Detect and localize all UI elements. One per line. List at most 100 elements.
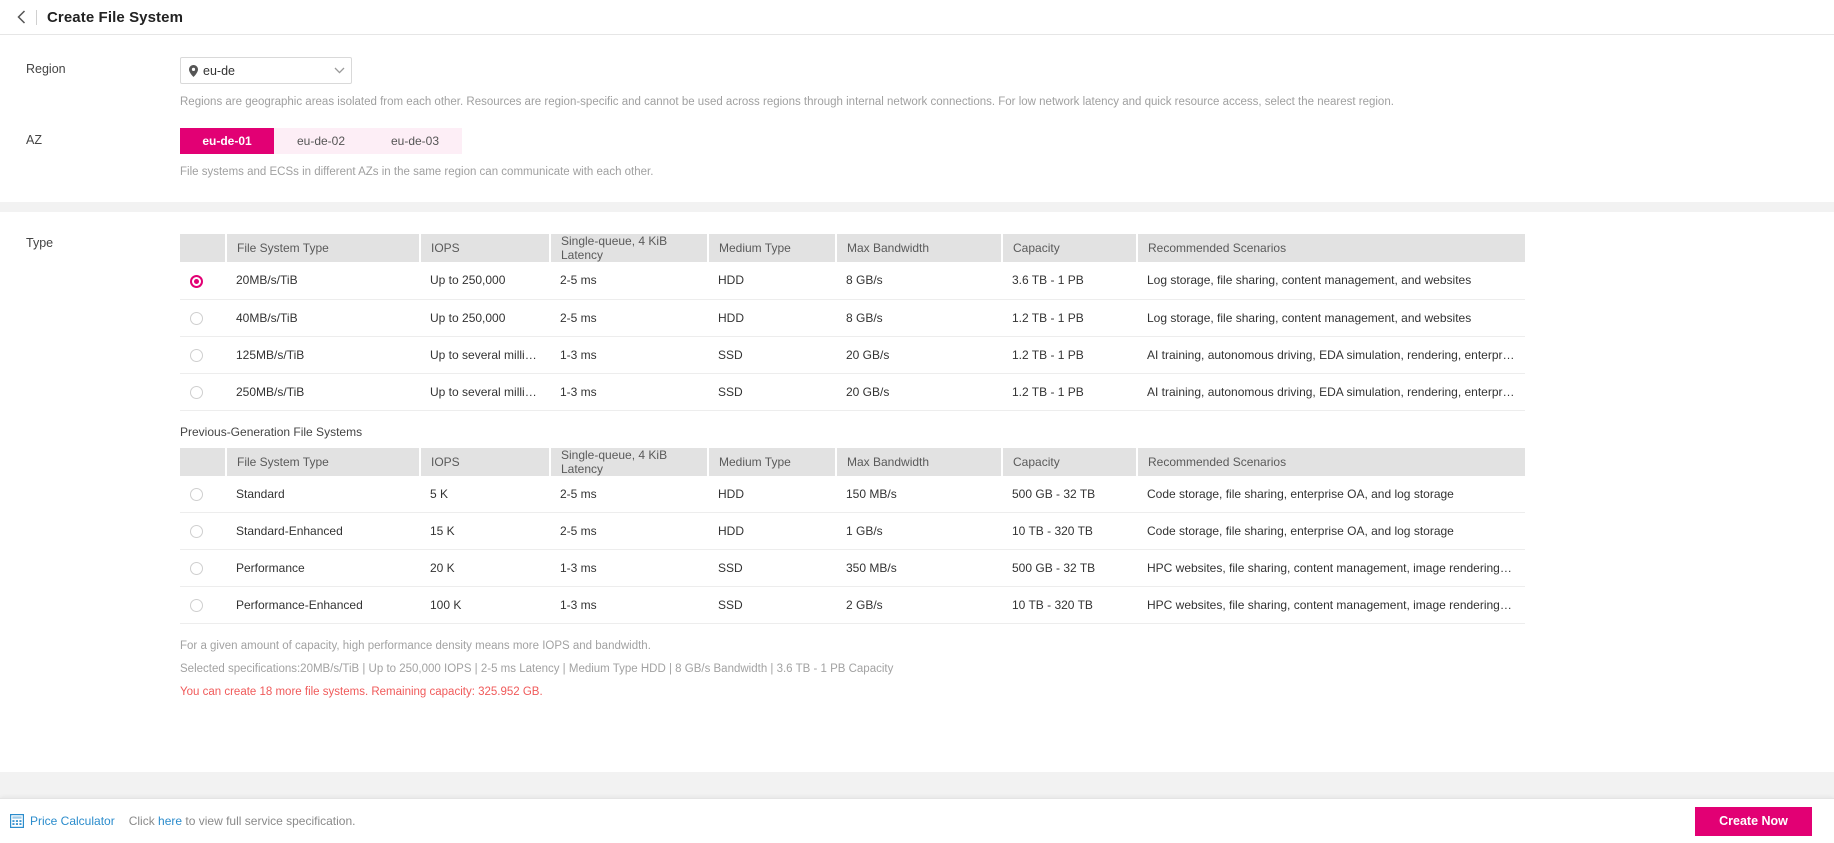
cell-iops: Up to several millions (420, 336, 550, 374)
cell-latency: 1-3 ms (550, 586, 708, 625)
cell-iops: 15 K (420, 512, 550, 551)
previous-generation-title: Previous-Generation File Systems (180, 424, 363, 439)
radio-standard-enhanced[interactable] (190, 525, 203, 539)
table-row[interactable]: 40MB/s/TiB Up to 250,000 2-5 ms HDD 8 GB… (180, 299, 1525, 337)
cell-max-bandwidth: 150 MB/s (836, 475, 1002, 514)
region-hint: Regions are geographic areas isolated fr… (180, 96, 1394, 108)
cell-latency: 1-3 ms (550, 373, 708, 411)
row-select-cell[interactable] (180, 299, 226, 337)
create-now-button[interactable]: Create Now (1695, 806, 1812, 836)
region-select[interactable]: eu-de (180, 57, 352, 84)
cell-recommended-scenarios: HPC websites, file sharing, content mana… (1137, 549, 1525, 588)
cell-medium-type: SSD (708, 373, 836, 411)
radio-40mbs-tib[interactable] (190, 311, 203, 325)
type-label: Type (26, 236, 54, 251)
back-button[interactable] (10, 6, 32, 28)
panel-gap (0, 202, 1834, 213)
header-medium-type: Medium Type (708, 234, 837, 263)
cell-capacity: 3.6 TB - 1 PB (1002, 262, 1137, 300)
cell-latency: 2-5 ms (550, 475, 708, 514)
action-bar: Price Calculator Click here to view full… (0, 798, 1834, 843)
table-row[interactable]: 125MB/s/TiB Up to several millions 1-3 m… (180, 336, 1525, 374)
header-capacity: Capacity (1002, 234, 1138, 263)
cell-recommended-scenarios: Log storage, file sharing, content manag… (1137, 299, 1525, 337)
cell-max-bandwidth: 20 GB/s (836, 373, 1002, 411)
title-divider (36, 9, 37, 25)
density-note: For a given amount of capacity, high per… (180, 640, 651, 653)
table-row[interactable]: Standard-Enhanced 15 K 2-5 ms HDD 1 GB/s… (180, 512, 1525, 551)
spec-here-link[interactable]: here (158, 814, 182, 828)
radio-performance[interactable] (190, 562, 203, 576)
calculator-icon (10, 814, 24, 828)
cell-max-bandwidth: 8 GB/s (836, 262, 1002, 300)
radio-125mbs-tib[interactable] (190, 348, 203, 362)
spec-suffix: to view full service specification. (182, 814, 356, 828)
cell-file-system-type: Performance (226, 549, 420, 588)
row-select-cell[interactable] (180, 586, 226, 625)
type-panel: Type File System Type IOPS Single-queue,… (0, 212, 1834, 773)
cell-capacity: 10 TB - 320 TB (1002, 586, 1137, 625)
table-row[interactable]: 250MB/s/TiB Up to several millions 1-3 m… (180, 373, 1525, 411)
row-select-cell[interactable] (180, 512, 226, 551)
az-option-eu-de-03[interactable]: eu-de-03 (368, 128, 462, 155)
cell-capacity: 500 GB - 32 TB (1002, 549, 1137, 588)
az-group: eu-de-01 eu-de-02 eu-de-03 (180, 128, 1834, 155)
row-select-cell[interactable] (180, 262, 226, 300)
az-row: AZ eu-de-01 eu-de-02 eu-de-03 File syste… (0, 128, 1834, 180)
cell-max-bandwidth: 20 GB/s (836, 336, 1002, 374)
radio-250mbs-tib[interactable] (190, 385, 203, 399)
row-select-cell[interactable] (180, 475, 226, 514)
cell-max-bandwidth: 350 MB/s (836, 549, 1002, 588)
az-hint: File systems and ECSs in different AZs i… (180, 166, 654, 179)
header-capacity: Capacity (1002, 447, 1138, 476)
header-max-bandwidth: Max Bandwidth (836, 447, 1003, 476)
cell-iops: 100 K (420, 586, 550, 625)
spec-prefix: Click (128, 814, 159, 828)
current-generation-table: File System Type IOPS Single-queue, 4 Ki… (180, 234, 1525, 411)
cell-medium-type: HDD (708, 262, 836, 300)
header-medium-type: Medium Type (708, 447, 837, 476)
table-row[interactable]: Performance-Enhanced 100 K 1-3 ms SSD 2 … (180, 586, 1525, 625)
row-select-cell[interactable] (180, 373, 226, 411)
cell-latency: 1-3 ms (550, 336, 708, 374)
header-select (180, 447, 227, 476)
radio-20mbs-tib[interactable] (190, 274, 203, 288)
cell-iops: Up to several millions (420, 373, 550, 411)
page-header: Create File System (0, 0, 1834, 35)
header-max-bandwidth: Max Bandwidth (836, 234, 1003, 263)
cell-file-system-type: 125MB/s/TiB (226, 336, 420, 374)
cell-medium-type: HDD (708, 475, 836, 514)
az-option-eu-de-02[interactable]: eu-de-02 (274, 128, 368, 155)
type-row: Type File System Type IOPS Single-queue,… (0, 234, 1834, 709)
cell-medium-type: HDD (708, 512, 836, 551)
quota-warning-note: You can create 18 more file systems. Rem… (180, 686, 543, 699)
cell-recommended-scenarios: Code storage, file sharing, enterprise O… (1137, 512, 1525, 551)
radio-standard[interactable] (190, 488, 203, 502)
radio-performance-enhanced[interactable] (190, 599, 203, 613)
region-label: Region (26, 62, 66, 76)
page-root: Create File System Region eu-de Regions … (0, 0, 1834, 843)
header-recommended-scenarios: Recommended Scenarios (1137, 234, 1525, 263)
price-calculator-link[interactable]: Price Calculator (10, 814, 115, 828)
cell-medium-type: HDD (708, 299, 836, 337)
cell-recommended-scenarios: Log storage, file sharing, content manag… (1137, 262, 1525, 300)
table-row[interactable]: Performance 20 K 1-3 ms SSD 350 MB/s 500… (180, 549, 1525, 588)
cell-medium-type: SSD (708, 549, 836, 588)
table-header-row: File System Type IOPS Single-queue, 4 Ki… (180, 234, 1525, 263)
cell-latency: 1-3 ms (550, 549, 708, 588)
cell-file-system-type: Standard (226, 475, 420, 514)
previous-generation-table: File System Type IOPS Single-queue, 4 Ki… (180, 447, 1525, 625)
row-select-cell[interactable] (180, 549, 226, 588)
cell-latency: 2-5 ms (550, 262, 708, 300)
cell-max-bandwidth: 2 GB/s (836, 586, 1002, 625)
table-row[interactable]: Standard 5 K 2-5 ms HDD 150 MB/s 500 GB … (180, 475, 1525, 514)
table-row[interactable]: 20MB/s/TiB Up to 250,000 2-5 ms HDD 8 GB… (180, 262, 1525, 300)
az-label: AZ (26, 133, 42, 148)
cell-recommended-scenarios: AI training, autonomous driving, EDA sim… (1137, 336, 1525, 374)
service-specification-text: Click here to view full service specific… (129, 814, 356, 828)
region-select-value: eu-de (203, 63, 235, 78)
row-select-cell[interactable] (180, 336, 226, 374)
cell-iops: Up to 250,000 (420, 262, 550, 300)
cell-latency: 2-5 ms (550, 299, 708, 337)
az-option-eu-de-01[interactable]: eu-de-01 (180, 128, 274, 155)
